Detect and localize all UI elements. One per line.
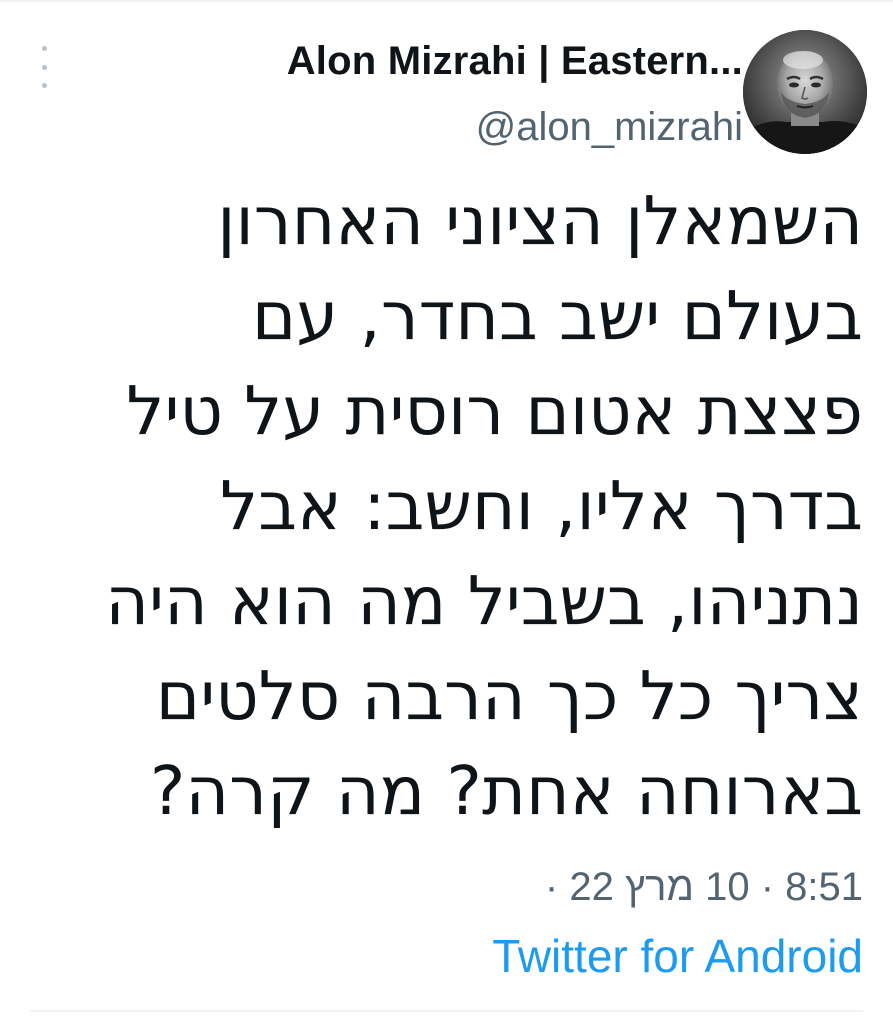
more-dot: [41, 83, 47, 88]
tweet-text-line: בארוחה אחת? מה קרה?: [149, 752, 863, 830]
author-handle[interactable]: @alon_mizrahi: [143, 102, 743, 152]
tweet-text-line: בדרך אליו, וחשב: אבל: [220, 467, 863, 545]
top-divider: [0, 0, 893, 2]
tweet-author[interactable]: Alon Mizrahi | Eastern... @alon_mizrahi: [143, 32, 743, 152]
tweet-text-line: נתניהו, בשביל מה הוא היה: [105, 562, 863, 640]
tweet-text-line: צריך כל כך הרבה סלטים: [155, 657, 863, 735]
avatar[interactable]: [743, 30, 867, 154]
tweet-text-line: פצצת אטום רוסית על טיל: [126, 372, 863, 450]
tweet-text-line: בעולם ישב בחדר, עם: [251, 277, 863, 355]
tweet-text: השמאלן הציוני האחרון בעולם ישב בחדר, עם פצ…: [33, 174, 863, 839]
tweet-text-line: השמאלן הציוני האחרון: [217, 182, 863, 260]
more-dot: [41, 64, 47, 70]
profile-photo-icon: [743, 30, 867, 154]
bottom-divider: [30, 1010, 863, 1012]
tweet-source-link[interactable]: Twitter for Android: [492, 926, 863, 986]
more-dot: [41, 46, 47, 51]
more-options-icon[interactable]: [30, 42, 58, 92]
author-display-name[interactable]: Alon Mizrahi | Eastern...: [143, 32, 743, 90]
tweet-timestamp[interactable]: 8:51 · 10 מרץ 22 ·: [545, 858, 863, 916]
